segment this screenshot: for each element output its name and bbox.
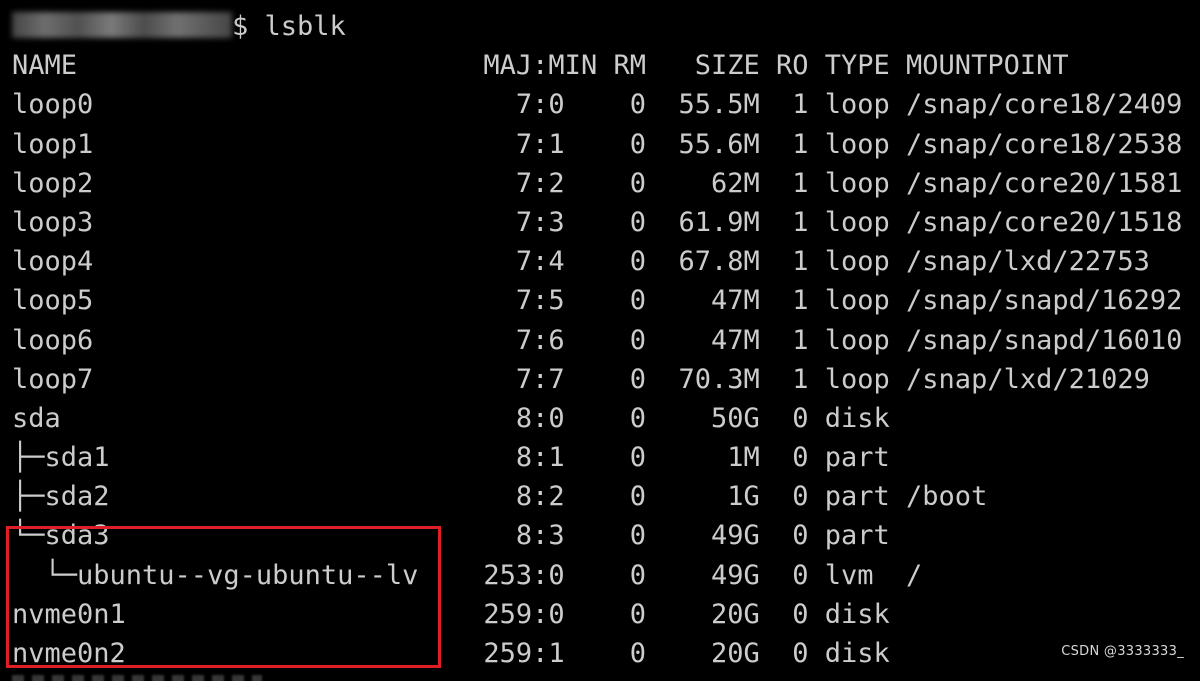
- table-row-sda2: ├─sda2 8:2 0 1G 0 part /boot: [12, 481, 988, 513]
- table-row-loop2: loop2 7:2 0 62M 1 loop /snap/core20/1581: [12, 167, 1183, 199]
- table-row-loop7: loop7 7:7 0 70.3M 1 loop /snap/lxd/21029: [12, 363, 1150, 395]
- table-row-sda: sda 8:0 0 50G 0 disk: [12, 402, 890, 434]
- partial-next-prompt-line: [12, 675, 262, 681]
- command-prompt-line: $ lsblk: [12, 7, 1182, 46]
- table-header: NAME MAJ:MIN RM SIZE RO TYPE MOUNTPOINT: [12, 50, 1069, 82]
- watermark: CSDN @3333333_: [1061, 643, 1184, 659]
- red-highlight-box: [6, 526, 441, 668]
- table-row-loop4: loop4 7:4 0 67.8M 1 loop /snap/lxd/22753: [12, 246, 1150, 278]
- terminal-window[interactable]: $ lsblk NAME MAJ:MIN RM SIZE RO TYPE MOU…: [0, 0, 1200, 681]
- table-row-loop3: loop3 7:3 0 61.9M 1 loop /snap/core20/15…: [12, 206, 1183, 238]
- table-row-loop5: loop5 7:5 0 47M 1 loop /snap/snapd/16292: [12, 285, 1183, 317]
- table-row-sda1: ├─sda1 8:1 0 1M 0 part: [12, 442, 890, 474]
- table-row-loop0: loop0 7:0 0 55.5M 1 loop /snap/core18/24…: [12, 89, 1183, 121]
- command-text: $ lsblk: [232, 11, 346, 42]
- redacted-user-host: [12, 12, 232, 38]
- table-row-loop6: loop6 7:6 0 47M 1 loop /snap/snapd/16010: [12, 324, 1183, 356]
- table-row-loop1: loop1 7:1 0 55.6M 1 loop /snap/core18/25…: [12, 128, 1183, 160]
